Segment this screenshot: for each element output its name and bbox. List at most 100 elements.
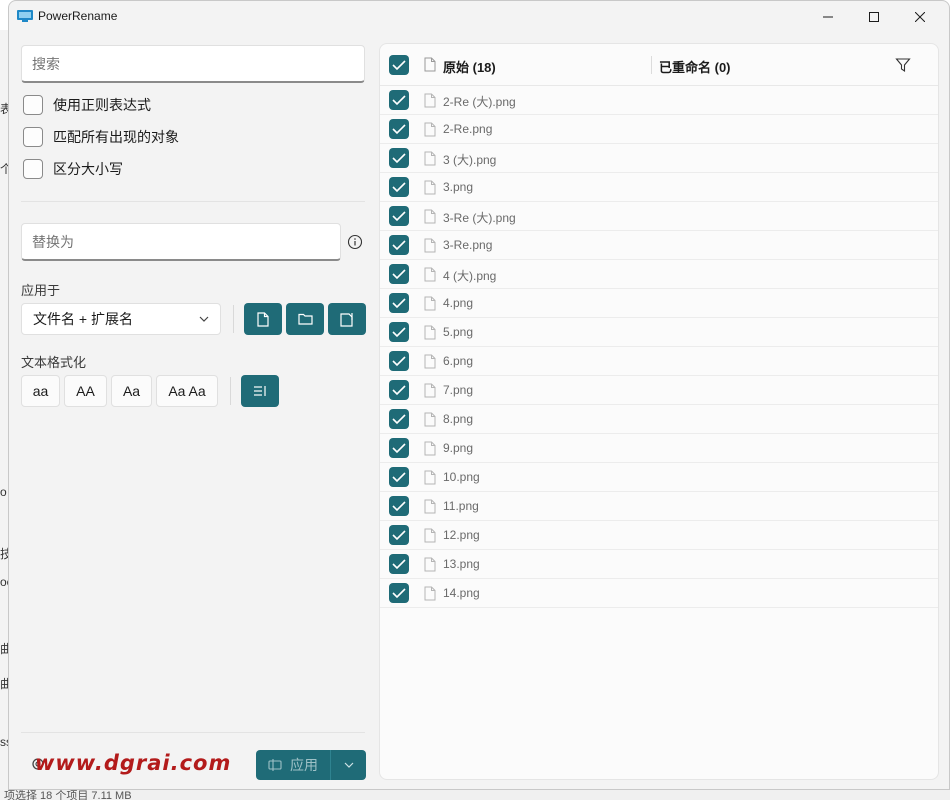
uppercase-button[interactable]: AA [64, 375, 107, 407]
file-list: 2-Re (大).png 2-Re.png 3 (大).png 3.png 3-Re (… [380, 86, 938, 608]
file-checkbox[interactable] [389, 554, 409, 574]
file-name: 5.png [443, 325, 474, 339]
checkbox-label: 区分大小写 [53, 161, 123, 177]
file-row[interactable]: 11.png [380, 492, 938, 521]
file-icon [424, 470, 436, 485]
file-checkbox[interactable] [389, 206, 409, 226]
minimize-button[interactable] [805, 1, 851, 33]
file-icon [424, 267, 436, 282]
background-status-text: 项选择 18 个项目 7.11 MB [4, 790, 132, 800]
file-row[interactable]: 14.png [380, 579, 938, 608]
file-checkbox[interactable] [389, 148, 409, 168]
include-subfolders-toggle[interactable] [328, 303, 366, 335]
file-checkbox[interactable] [389, 496, 409, 516]
check-icon [392, 472, 406, 483]
file-checkbox[interactable] [389, 438, 409, 458]
file-row[interactable]: 3 (大).png [380, 144, 938, 173]
file-checkbox[interactable] [389, 119, 409, 139]
preview-panel: 原始 (18) 已重命名 (0) 2-Re (大).png 2-Re.png 3 (… [379, 43, 939, 780]
powerrename-window: PowerRename 使用正则表达式 匹配所有出现的对象 区分大小写 [8, 0, 950, 790]
file-icon [424, 238, 436, 253]
file-row[interactable]: 7.png [380, 376, 938, 405]
use-regex-checkbox[interactable]: 使用正则表达式 [23, 95, 151, 115]
titlecase-button[interactable]: Aa [111, 375, 152, 407]
file-checkbox[interactable] [389, 409, 409, 429]
options-panel: 使用正则表达式 匹配所有出现的对象 区分大小写 应用于 文件名 + 扩展名 [9, 33, 377, 789]
file-row[interactable]: 3-Re (大).png [380, 202, 938, 231]
apply-to-dropdown[interactable]: 文件名 + 扩展名 [21, 303, 221, 335]
lowercase-button[interactable]: aa [21, 375, 60, 407]
file-row[interactable]: 6.png [380, 347, 938, 376]
check-icon [392, 153, 406, 164]
file-row[interactable]: 3-Re.png [380, 231, 938, 260]
file-name: 3.png [443, 180, 474, 194]
text-format-label: 文本格式化 [21, 355, 87, 370]
file-row[interactable]: 9.png [380, 434, 938, 463]
check-icon [392, 414, 406, 425]
file-icon [424, 57, 436, 72]
file-row[interactable]: 8.png [380, 405, 938, 434]
file-icon [424, 354, 436, 369]
file-row[interactable]: 2-Re (大).png [380, 86, 938, 115]
file-checkbox[interactable] [389, 351, 409, 371]
file-name: 4 (大).png [443, 269, 497, 283]
file-row[interactable]: 12.png [380, 521, 938, 550]
check-icon [392, 298, 406, 309]
file-checkbox[interactable] [389, 90, 409, 110]
close-button[interactable] [897, 1, 943, 33]
file-checkbox[interactable] [389, 264, 409, 284]
file-row[interactable]: 5.png [380, 318, 938, 347]
capitalize-each-word-button[interactable]: Aa Aa [156, 375, 218, 407]
check-icon [392, 182, 406, 193]
app-title: PowerRename [38, 9, 118, 23]
file-icon [424, 93, 436, 108]
file-row[interactable]: 13.png [380, 550, 938, 579]
file-name: 4.png [443, 296, 474, 310]
file-checkbox[interactable] [389, 583, 409, 603]
file-row[interactable]: 2-Re.png [380, 115, 938, 144]
checkbox-box[interactable] [23, 127, 43, 147]
check-icon [392, 211, 406, 222]
file-row[interactable]: 10.png [380, 463, 938, 492]
file-icon [424, 441, 436, 456]
include-files-toggle[interactable] [244, 303, 282, 335]
include-folders-toggle[interactable] [286, 303, 324, 335]
replace-input[interactable] [21, 223, 341, 261]
file-row[interactable]: 3.png [380, 173, 938, 202]
file-checkbox[interactable] [389, 467, 409, 487]
file-checkbox[interactable] [389, 177, 409, 197]
case-sensitive-checkbox[interactable]: 区分大小写 [23, 159, 123, 179]
checkbox-box[interactable] [23, 159, 43, 179]
file-name: 8.png [443, 412, 474, 426]
file-name: 6.png [443, 354, 474, 368]
info-icon[interactable] [347, 234, 363, 250]
check-icon [392, 356, 406, 367]
filter-icon[interactable] [895, 57, 911, 73]
apply-label: 应用 [290, 757, 318, 773]
select-all-checkbox[interactable] [389, 55, 409, 75]
file-name: 2-Re (大).png [443, 95, 516, 109]
file-row[interactable]: 4.png [380, 289, 938, 318]
match-all-checkbox[interactable]: 匹配所有出现的对象 [23, 127, 179, 147]
file-checkbox[interactable] [389, 293, 409, 313]
file-name: 3 (大).png [443, 153, 497, 167]
file-row[interactable]: 4 (大).png [380, 260, 938, 289]
minimize-icon [823, 16, 833, 18]
folder-icon [297, 313, 313, 325]
file-icon [424, 151, 436, 166]
apply-split-button[interactable]: 应用 [256, 750, 366, 780]
apply-button[interactable]: 应用 [256, 750, 331, 780]
file-checkbox[interactable] [389, 525, 409, 545]
close-icon [915, 12, 925, 22]
maximize-button[interactable] [851, 1, 897, 33]
file-checkbox[interactable] [389, 322, 409, 342]
search-input[interactable] [21, 45, 365, 83]
file-checkbox[interactable] [389, 235, 409, 255]
enumerate-toggle[interactable] [241, 375, 279, 407]
check-icon [392, 327, 406, 338]
renamed-column-header: 已重命名 (0) [659, 60, 731, 75]
apply-options-dropdown[interactable] [331, 750, 366, 780]
column-separator [651, 56, 652, 74]
file-checkbox[interactable] [389, 380, 409, 400]
checkbox-box[interactable] [23, 95, 43, 115]
